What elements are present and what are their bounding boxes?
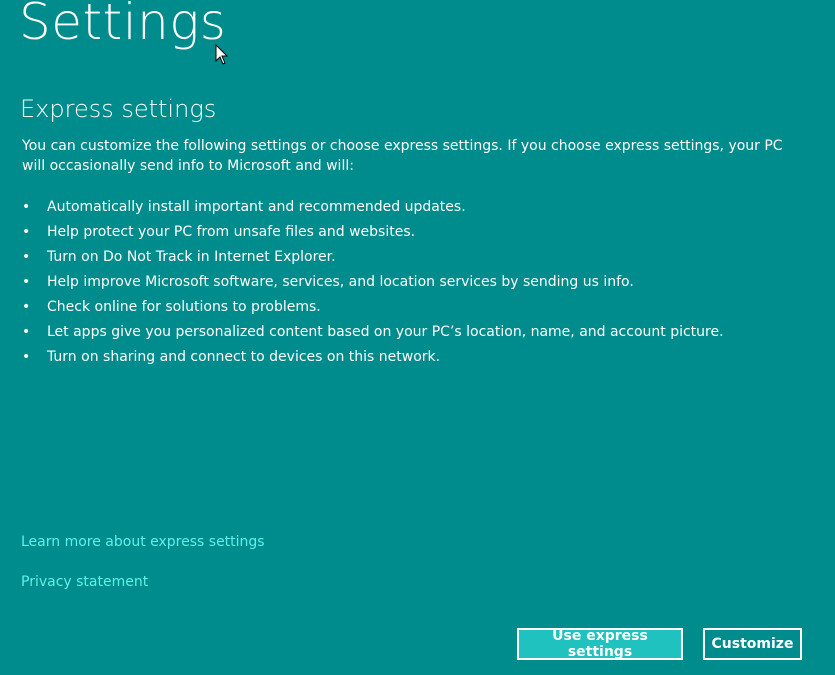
intro-text: You can customize the following settings…: [22, 138, 783, 174]
list-item: • Help improve Microsoft software, servic…: [22, 270, 802, 295]
list-item: • Help protect your PC from unsafe files …: [22, 220, 802, 245]
bullet-icon: •: [22, 299, 31, 315]
list-item-text: Help protect your PC from unsafe files a…: [47, 224, 416, 240]
mouse-pointer-icon: [215, 44, 229, 65]
list-item: • Check online for solutions to problems.: [22, 295, 802, 320]
list-item-text: Check online for solutions to problems.: [47, 299, 321, 315]
bullet-icon: •: [22, 199, 31, 215]
express-settings-list: • Automatically install important and rec…: [22, 195, 802, 370]
bullet-icon: •: [22, 249, 31, 265]
list-item: • Automatically install important and rec…: [22, 195, 802, 220]
list-item: • Turn on sharing and connect to devices …: [22, 345, 802, 370]
bullet-icon: •: [22, 274, 31, 290]
bullet-icon: •: [22, 224, 31, 240]
list-item-text: Automatically install important and reco…: [47, 199, 466, 215]
page-title: Settings: [19, 0, 227, 51]
list-item: • Turn on Do Not Track in Internet Explor…: [22, 245, 802, 270]
use-express-settings-button[interactable]: Use express settings: [517, 628, 683, 660]
bullet-icon: •: [22, 349, 31, 365]
bullet-icon: •: [22, 324, 31, 340]
list-item-text: Turn on sharing and connect to devices o…: [47, 349, 441, 365]
learn-more-link[interactable]: Learn more about express settings: [21, 532, 265, 552]
list-item-text: Let apps give you personalized content b…: [47, 324, 724, 340]
list-item-text: Turn on Do Not Track in Internet Explore…: [47, 249, 336, 265]
customize-button[interactable]: Customize: [703, 628, 802, 660]
list-item: • Let apps give you personalized content …: [22, 320, 802, 345]
oobe-settings-screen: Settings Express settings You can custom…: [0, 0, 835, 675]
list-item-text: Help improve Microsoft software, service…: [47, 274, 634, 290]
section-heading: Express settings: [20, 95, 217, 123]
privacy-statement-link[interactable]: Privacy statement: [21, 572, 148, 592]
